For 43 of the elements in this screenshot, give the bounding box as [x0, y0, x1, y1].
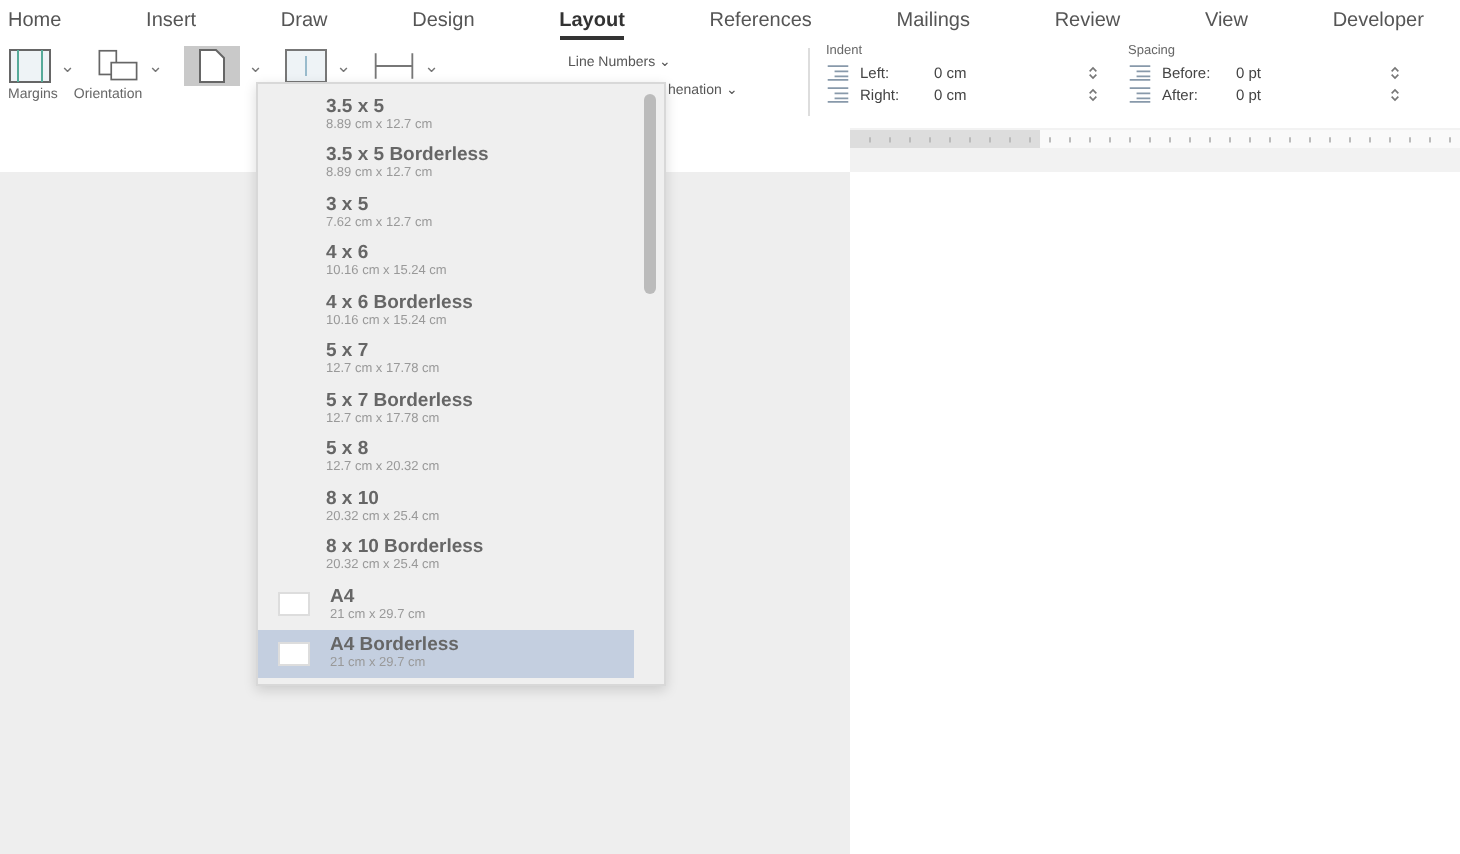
- breaks-icon[interactable]: [372, 48, 416, 84]
- paper-name: 5 x 8: [326, 438, 371, 461]
- paper-name: 3 x 5: [326, 193, 371, 216]
- paper-name: 4 x 6: [326, 242, 371, 265]
- stepper-icon[interactable]: [1390, 64, 1400, 82]
- paragraph-icon: [826, 64, 850, 82]
- paragraph-icon: [826, 86, 850, 104]
- columns-icon[interactable]: [284, 48, 328, 84]
- caret-icon[interactable]: ⌄: [424, 56, 440, 76]
- ribbon-tab[interactable]: Mailings: [896, 5, 970, 39]
- ribbon-tab[interactable]: Insert: [146, 5, 197, 39]
- page-icon: [278, 641, 310, 666]
- caret-icon[interactable]: ⌄: [336, 56, 352, 76]
- ribbon-tab[interactable]: Review: [1054, 5, 1121, 39]
- size-button[interactable]: [184, 46, 240, 86]
- stepper-icon[interactable]: [1088, 86, 1098, 104]
- paragraph-icon: [1128, 64, 1152, 82]
- paper-name: 4 x 6 Borderless: [326, 291, 473, 314]
- paper-name: A4 Borderless: [330, 634, 459, 657]
- ribbon-tab[interactable]: Layout: [559, 5, 625, 39]
- stepper-icon[interactable]: [1390, 86, 1400, 104]
- paper-name: 5 x 7 Borderless: [326, 389, 473, 412]
- paper-name: 3.5 x 5: [326, 95, 387, 118]
- page-icon: [278, 592, 310, 617]
- scrollbar[interactable]: [644, 94, 656, 294]
- margins-icon[interactable]: [8, 48, 52, 84]
- caret-icon[interactable]: ⌄: [60, 56, 76, 76]
- ribbon-tab[interactable]: Developer: [1332, 5, 1424, 39]
- caret-icon[interactable]: ⌄: [248, 56, 264, 76]
- paper-name: A4: [330, 585, 357, 608]
- stepper-icon[interactable]: [1088, 64, 1098, 82]
- paragraph-icon: [1128, 86, 1152, 104]
- paper-name: 8 x 10 Borderless: [326, 536, 484, 559]
- caret-icon[interactable]: ⌄: [148, 56, 164, 76]
- paper-name: 5 x 7: [326, 340, 371, 363]
- ribbon-tab[interactable]: Draw: [280, 5, 328, 39]
- paper-name: 3.5 x 5 Borderless: [326, 144, 489, 167]
- paper-name: 8 x 10: [326, 487, 381, 510]
- ribbon-tab[interactable]: Home: [8, 5, 62, 39]
- orientation-icon[interactable]: [96, 48, 140, 84]
- ribbon-tab[interactable]: View: [1204, 5, 1248, 39]
- ribbon-tab[interactable]: References: [709, 5, 812, 39]
- ribbon-tab[interactable]: Design: [412, 5, 475, 39]
